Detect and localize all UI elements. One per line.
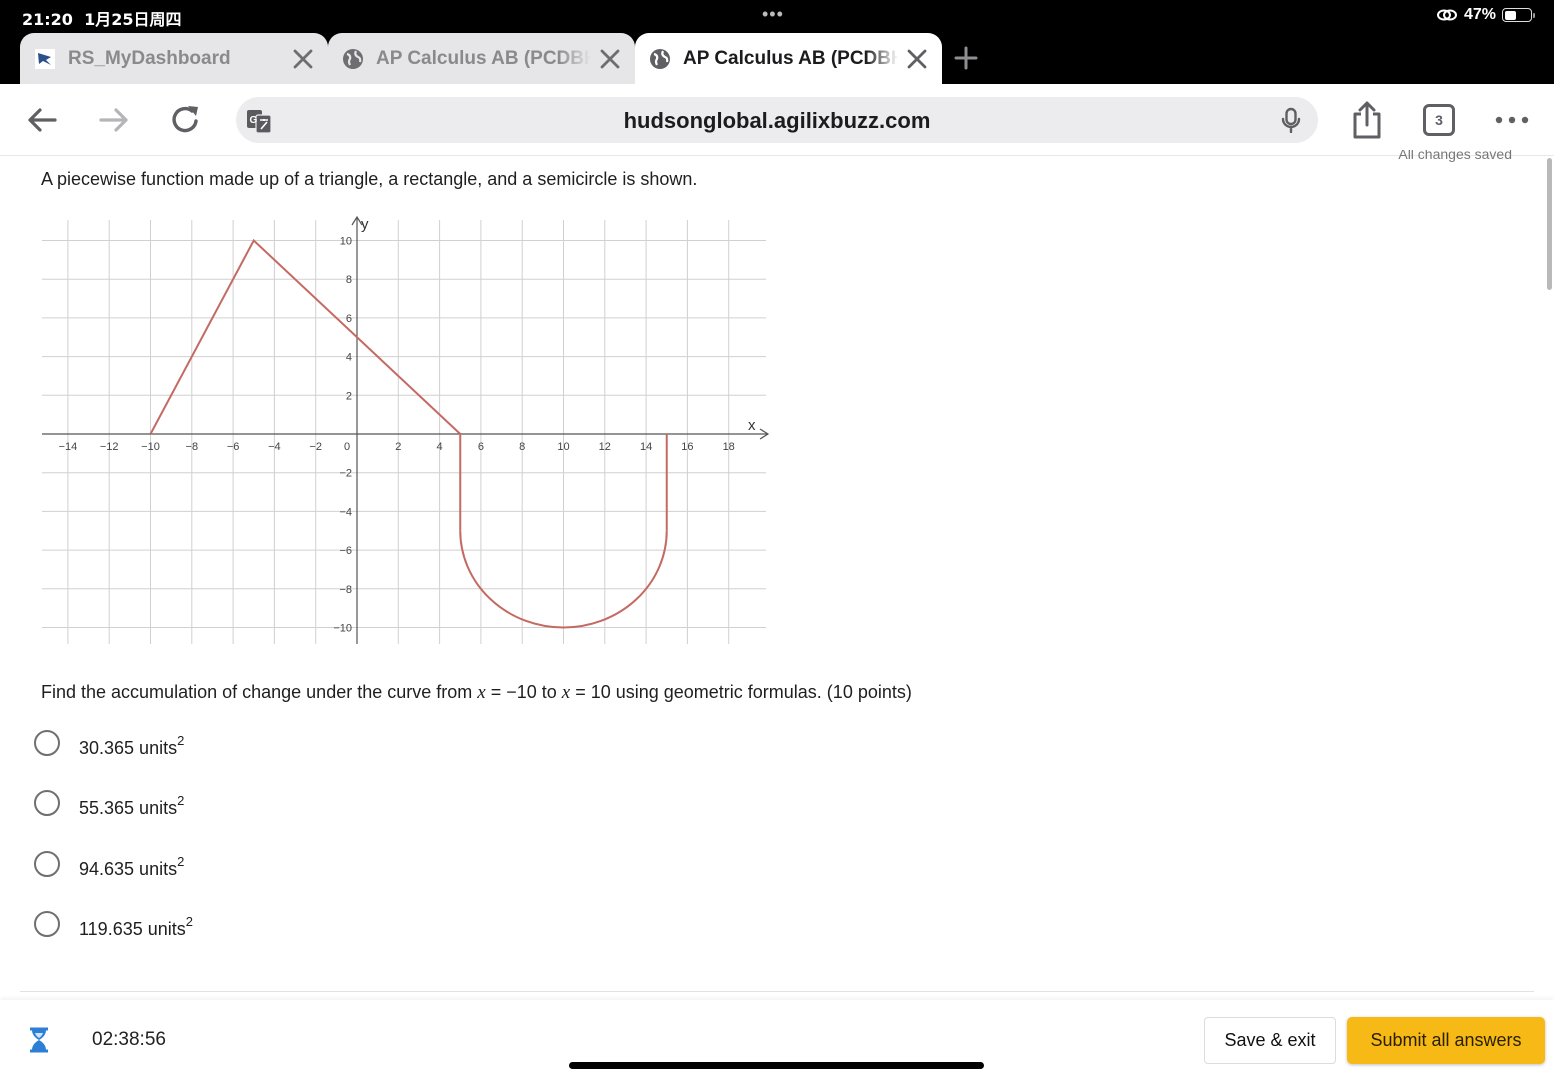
- status-time: 21:20 1月25日周四: [22, 10, 182, 29]
- option-label: 119.635 units2: [79, 914, 193, 939]
- x-axis-label: x: [748, 417, 756, 434]
- battery-level: [1504, 10, 1517, 20]
- x-tick-label: 14: [640, 441, 652, 453]
- y-tick-label: −2: [339, 468, 352, 480]
- x-tick-label: 2: [395, 441, 401, 453]
- address-bar[interactable]: G hudsonglobal.agilixbuzz.com: [236, 97, 1318, 143]
- radio-button[interactable]: [34, 730, 60, 756]
- radio-button[interactable]: [34, 790, 60, 816]
- x-tick-label: −12: [100, 441, 119, 453]
- y-tick-label: 10: [340, 236, 352, 248]
- save-exit-button[interactable]: Save & exit: [1204, 1017, 1336, 1064]
- new-tab-plus-icon[interactable]: [952, 44, 980, 72]
- dashboard-favicon-icon: [35, 48, 55, 69]
- tab-bar: RS_MyDashboard AP Calculus AB (PCDBH AP …: [0, 32, 1554, 84]
- close-icon[interactable]: [292, 48, 314, 70]
- more-options-icon[interactable]: [1494, 102, 1530, 138]
- x-tick-label: 8: [519, 441, 525, 453]
- globe-icon: [650, 48, 670, 69]
- question-prompt: A piecewise function made up of a triang…: [41, 169, 698, 189]
- x-tick-label: 18: [723, 441, 735, 453]
- status-bar: 21:20 1月25日周四 ••• 47%: [0, 0, 1554, 32]
- close-icon[interactable]: [599, 48, 621, 70]
- close-icon[interactable]: [906, 48, 928, 70]
- x-tick-label: −10: [141, 441, 160, 453]
- x-tick-label: 16: [681, 441, 693, 453]
- answer-option[interactable]: 94.635 units2: [34, 848, 184, 880]
- submit-all-button[interactable]: Submit all answers: [1347, 1017, 1545, 1064]
- share-icon[interactable]: [1348, 100, 1386, 140]
- y-tick-label: 8: [346, 274, 352, 286]
- answer-option[interactable]: 119.635 units2: [34, 908, 193, 940]
- answer-option[interactable]: 55.365 units2: [34, 787, 184, 819]
- x-tick-label: −4: [268, 441, 281, 453]
- battery-icon: [1502, 8, 1535, 22]
- reload-icon[interactable]: [168, 102, 204, 138]
- hourglass-icon: [30, 1027, 48, 1053]
- timer: 02:38:56: [92, 1029, 166, 1050]
- home-indicator: [569, 1062, 984, 1069]
- graph-ticks: −14 −12 −10 −8 −6 −4 −2 0 2 4 6 8 10 12 14 16 18 −10 −8 −6 −…: [59, 236, 735, 635]
- x-tick-label: 10: [557, 441, 569, 453]
- y-tick-label: −8: [339, 584, 352, 596]
- y-tick-label: 2: [346, 390, 352, 402]
- y-tick-label: 6: [346, 313, 352, 325]
- tab-calculus-1[interactable]: AP Calculus AB (PCDBH: [328, 33, 635, 84]
- option-label: 30.365 units2: [79, 733, 185, 758]
- option-label: 94.635 units2: [79, 854, 185, 879]
- footer-divider: [20, 991, 1534, 992]
- answer-option[interactable]: 30.365 units2: [34, 727, 184, 759]
- tab-title: RS_MyDashboard: [68, 47, 231, 69]
- browser-toolbar: G hudsonglobal.agilixbuzz.com 3: [0, 84, 1554, 156]
- x-tick-label: −6: [227, 441, 240, 453]
- question-text: Find the accumulation of change under th…: [41, 682, 912, 703]
- y-axis-label: y: [361, 216, 369, 233]
- url-text[interactable]: hudsonglobal.agilixbuzz.com: [236, 108, 1318, 134]
- page-scrollbar[interactable]: [1547, 158, 1552, 290]
- radio-button[interactable]: [34, 911, 60, 937]
- y-tick-label: −10: [333, 623, 352, 635]
- radio-button[interactable]: [34, 851, 60, 877]
- option-label: 55.365 units2: [79, 793, 185, 818]
- globe-icon: [343, 48, 363, 69]
- y-tick-label: −6: [339, 545, 352, 557]
- status-right: 47%: [1436, 6, 1535, 24]
- curve-segment: [149, 238, 461, 435]
- x-tick-label: 4: [437, 441, 443, 453]
- x-tick-label: 6: [478, 441, 484, 453]
- back-arrow-icon[interactable]: [24, 102, 60, 138]
- x-tick-label: −8: [186, 441, 199, 453]
- link-icon: [1436, 9, 1457, 21]
- function-graph: x y −14 −12 −10 −8 −6 −4 −2 0 2 4 6 8 10 12 14 16 18 −10 −8…: [42, 215, 770, 644]
- x-tick-label: −2: [309, 441, 322, 453]
- y-tick-label: −4: [339, 506, 352, 518]
- tab-title: AP Calculus AB (PCDBH: [683, 47, 898, 69]
- tab-calculus-2[interactable]: AP Calculus AB (PCDBH: [635, 33, 942, 84]
- tab-switcher-button[interactable]: 3: [1423, 104, 1455, 136]
- x-tick-label: 0: [344, 441, 350, 453]
- y-tick-label: 4: [346, 352, 352, 364]
- tab-count: 3: [1435, 112, 1443, 128]
- tab-dashboard[interactable]: RS_MyDashboard: [20, 33, 328, 84]
- x-tick-label: 12: [599, 441, 611, 453]
- multitasking-dots[interactable]: •••: [762, 4, 784, 25]
- forward-arrow-icon[interactable]: [96, 102, 132, 138]
- tab-title: AP Calculus AB (PCDBH: [376, 47, 591, 69]
- microphone-icon[interactable]: [1278, 107, 1304, 133]
- x-tick-label: −14: [59, 441, 78, 453]
- battery-percent: 47%: [1463, 6, 1496, 23]
